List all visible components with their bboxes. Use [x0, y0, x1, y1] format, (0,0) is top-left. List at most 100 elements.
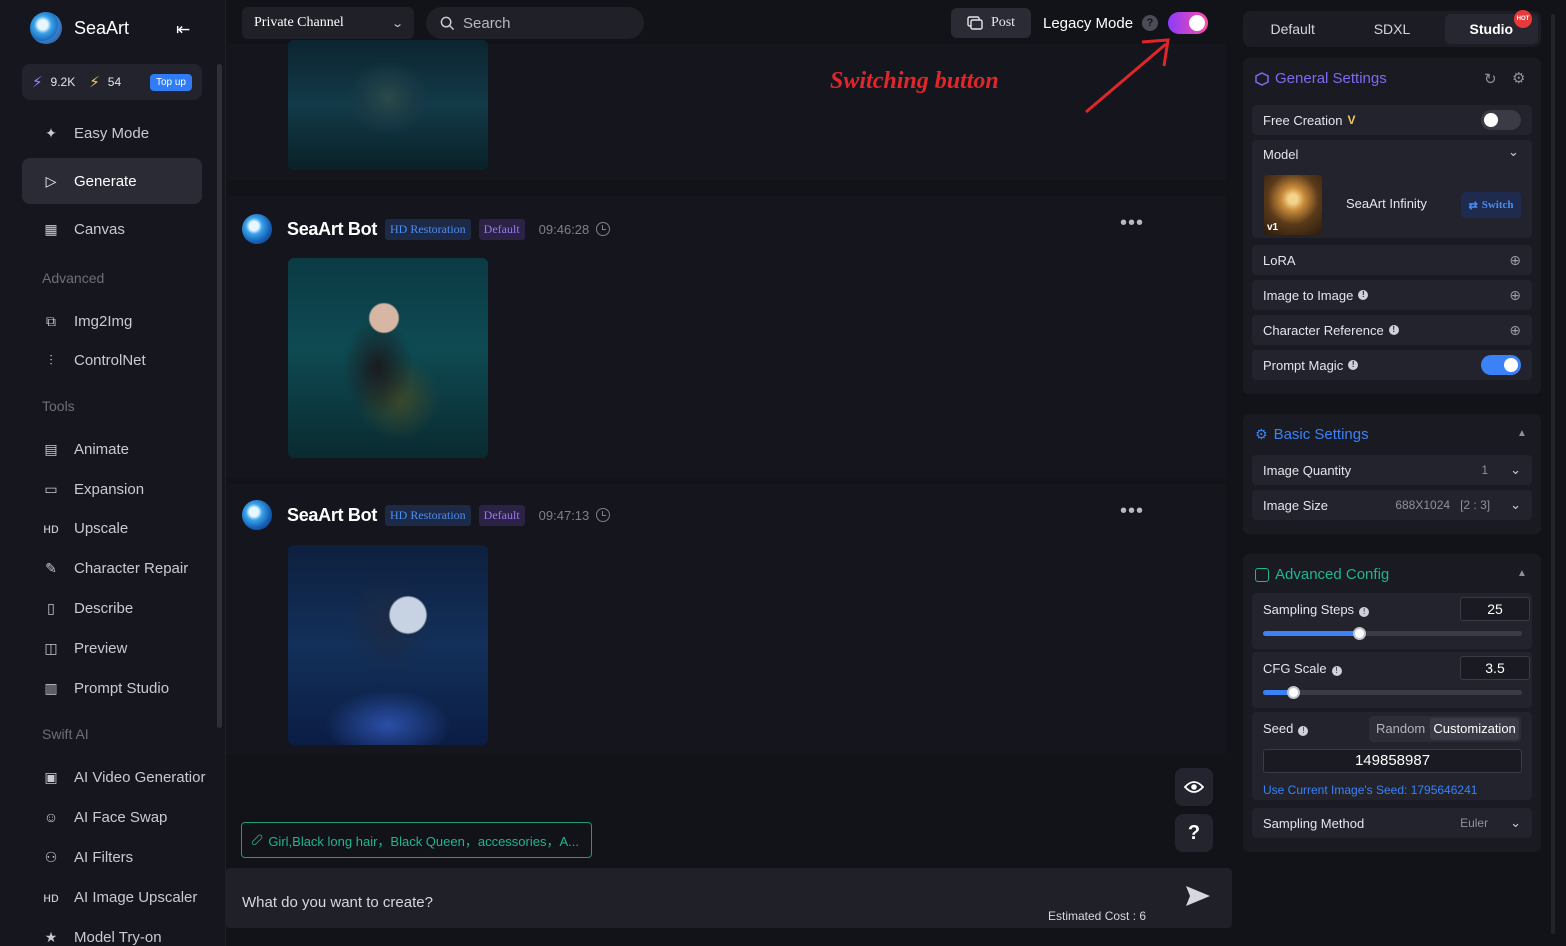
free-creation-row: Free Creation V [1252, 105, 1532, 135]
use-current-seed-link[interactable]: Use Current Image's Seed: 1795646241 [1263, 783, 1477, 797]
seaart-logo [30, 12, 62, 44]
prompt-placeholder: What do you want to create? [242, 894, 433, 911]
tab-default[interactable]: Default [1246, 14, 1339, 44]
basic-settings-title: Basic Settings [1273, 426, 1369, 443]
stamina-icon: ⚡ [32, 74, 43, 91]
add-icon[interactable]: ⊕ [1509, 252, 1521, 269]
prompt-chip[interactable]: Girl,Black long hair，Black Queen，accesso… [241, 822, 592, 858]
model-label: Model [1263, 147, 1299, 162]
brand[interactable]: SeaArt [30, 12, 129, 44]
model-selector: Model ⌄ v1 SeaArt Infinity ⇄ Switch [1252, 140, 1532, 238]
nav-label: Easy Mode [74, 124, 150, 142]
help-button[interactable]: ? [1175, 814, 1213, 852]
info-icon[interactable]: ! [1388, 325, 1399, 335]
sampling-method-row[interactable]: Sampling Method Euler ⌄ [1252, 808, 1532, 838]
bot-avatar [242, 500, 272, 530]
image-size-row[interactable]: Image Size 688X1024 [2 : 3] ⌄ [1252, 490, 1532, 520]
image-size-value: 688X1024 [1395, 498, 1451, 512]
prompt-chip-text: Girl,Black long hair，Black Queen，accesso… [268, 833, 579, 849]
seed-random-option[interactable]: Random [1371, 718, 1430, 740]
sliders-icon: ⫶ [49, 351, 53, 368]
brand-name: SeaArt [74, 17, 130, 38]
chevron-down-icon[interactable]: ⌄ [1508, 144, 1519, 160]
image-quantity-row[interactable]: Image Quantity 1 ⌄ [1252, 455, 1532, 485]
send-icon[interactable] [1184, 884, 1212, 908]
seed-custom-option[interactable]: Customization [1430, 718, 1519, 740]
cube-icon [250, 833, 264, 847]
hd-icon: ʜᴅ [43, 889, 59, 905]
generated-image[interactable] [288, 40, 488, 170]
switch-model-button[interactable]: ⇄ Switch [1461, 192, 1521, 218]
info-icon[interactable]: ! [1348, 360, 1359, 370]
visibility-button[interactable] [1175, 768, 1213, 806]
collapse-icon[interactable]: ▲ [1517, 568, 1527, 579]
prompt-magic-toggle[interactable] [1481, 355, 1521, 375]
seed-input[interactable]: 149858987 [1263, 749, 1522, 773]
star-icon: ★ [44, 928, 58, 945]
generated-image[interactable] [288, 545, 488, 745]
toggle-knob [1189, 15, 1205, 31]
legacy-mode-toggle[interactable] [1168, 12, 1208, 34]
nav-prompt-studio[interactable]: ▥ Prompt Studio [22, 665, 202, 711]
panel-scrollbar[interactable] [1551, 14, 1555, 934]
lightning-icon: ⚡ [89, 74, 100, 91]
info-icon[interactable]: ! [1358, 290, 1369, 300]
sampling-steps-input[interactable]: 25 [1460, 597, 1530, 621]
free-creation-toggle[interactable] [1481, 110, 1521, 130]
top-up-button[interactable]: Top up [149, 73, 192, 91]
post-icon [967, 16, 983, 30]
collapse-sidebar-icon[interactable]: ⇤ [176, 20, 190, 40]
nav-controlnet[interactable]: ⫶ ControlNet [22, 337, 202, 383]
advanced-config-title: Advanced Config [1275, 566, 1390, 583]
annotation-label: Switching button [830, 68, 999, 94]
section-advanced: Advanced [42, 270, 105, 286]
basic-settings-header[interactable]: ⚙ Basic Settings [1255, 426, 1369, 443]
history-icon[interactable] [596, 222, 611, 236]
search-input[interactable]: Search [426, 7, 644, 39]
hd-icon: ʜᴅ [43, 520, 59, 536]
character-reference-row[interactable]: Character Reference ! ⊕ [1252, 315, 1532, 345]
message-header: SeaArt Bot HD Restoration Default 09:47:… [242, 500, 611, 530]
prompt-composer[interactable]: What do you want to create? Estimated Co… [226, 868, 1232, 928]
more-options-icon[interactable]: ••• [1120, 500, 1144, 523]
nav-generate[interactable]: ▷ Generate [22, 158, 202, 204]
model-thumbnail[interactable]: v1 [1264, 175, 1322, 235]
cfg-scale-slider[interactable] [1263, 686, 1522, 699]
help-icon[interactable]: ? [1142, 15, 1158, 31]
add-icon[interactable]: ⊕ [1509, 287, 1521, 304]
nav-easy-mode[interactable]: ✦ Easy Mode [22, 110, 202, 156]
general-settings-title: General Settings [1275, 70, 1387, 87]
tab-studio[interactable]: Studio HOT [1444, 10, 1538, 44]
slider-thumb[interactable] [1352, 627, 1366, 640]
nav-label: Preview [74, 639, 128, 657]
cfg-scale-input[interactable]: 3.5 [1460, 656, 1530, 680]
sampling-steps-slider[interactable] [1263, 627, 1522, 640]
post-button[interactable]: Post [951, 8, 1031, 38]
default-tag: Default [478, 218, 525, 240]
slider-thumb[interactable] [1286, 686, 1300, 699]
add-icon[interactable]: ⊕ [1509, 322, 1521, 339]
image-to-image-row[interactable]: Image to Image ! ⊕ [1252, 280, 1532, 310]
reset-icon[interactable]: ↻ [1484, 70, 1497, 88]
history-icon[interactable] [596, 508, 611, 522]
collapse-icon[interactable]: ▲ [1517, 428, 1527, 439]
more-options-icon[interactable]: ••• [1120, 212, 1144, 235]
info-icon[interactable]: ! [1298, 726, 1309, 736]
info-icon[interactable]: ! [1359, 607, 1370, 617]
info-icon[interactable]: ! [1331, 666, 1342, 676]
generated-image[interactable] [288, 258, 488, 458]
channel-select[interactable]: Private Channel ⌄ [242, 7, 414, 39]
app-window: SeaArt ⇤ ⚡ 9.2K ⚡ 54 Top up ✦ Easy Mode … [0, 0, 1566, 946]
nav-canvas[interactable]: ▦ Canvas [22, 206, 202, 252]
toggle-knob [1504, 358, 1518, 372]
advanced-config-header[interactable]: Advanced Config [1255, 566, 1389, 583]
gear-icon[interactable]: ⚙ [1512, 69, 1525, 87]
notebook-icon: ▥ [44, 679, 58, 696]
chevron-down-icon: ⌄ [1510, 815, 1521, 830]
expand-icon: ▭ [44, 480, 58, 497]
nav-model-try-on[interactable]: ★ Model Try-on [22, 914, 202, 946]
sampling-steps-text: Sampling Steps [1263, 602, 1355, 617]
sidebar-scrollbar[interactable] [217, 64, 222, 728]
lora-row[interactable]: LoRA ⊕ [1252, 245, 1532, 275]
tab-sdxl[interactable]: SDXL [1345, 14, 1438, 44]
